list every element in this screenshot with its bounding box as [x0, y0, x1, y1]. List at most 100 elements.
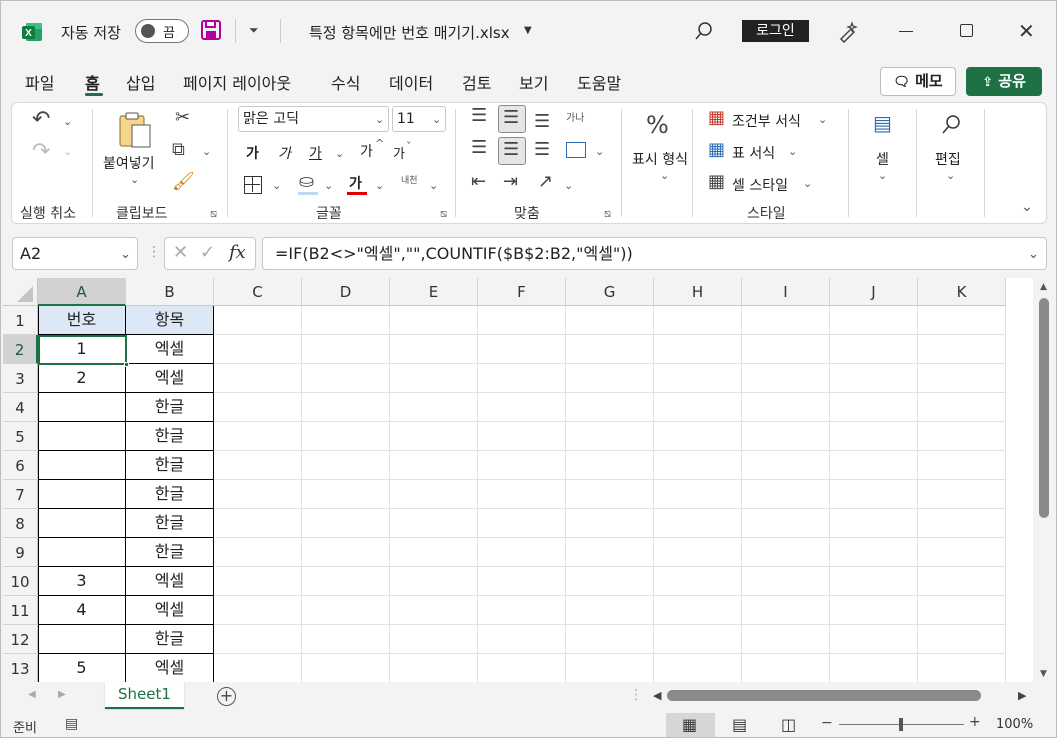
cell[interactable]	[742, 625, 830, 654]
cell[interactable]	[302, 451, 390, 480]
decrease-indent-icon[interactable]: ⇤	[471, 173, 486, 191]
cell[interactable]	[654, 393, 742, 422]
cell[interactable]	[302, 393, 390, 422]
cell-style-label[interactable]: 셀 스타일	[732, 175, 788, 195]
cell[interactable]	[478, 364, 566, 393]
column-header[interactable]: B	[126, 278, 214, 306]
vertical-scrollbar[interactable]	[1039, 298, 1049, 518]
cell[interactable]	[302, 625, 390, 654]
cell[interactable]	[390, 538, 478, 567]
search-icon[interactable]	[694, 21, 714, 45]
cancel-icon[interactable]: ✕	[173, 242, 188, 263]
scroll-up-icon[interactable]: ▲	[1040, 282, 1047, 292]
chevron-down-icon[interactable]: ⌄	[803, 177, 812, 190]
accessibility-icon[interactable]: ▤	[65, 716, 78, 732]
cell[interactable]	[830, 538, 918, 567]
insert-function-icon[interactable]: fx	[229, 242, 246, 263]
redo-icon[interactable]: ↷	[32, 141, 50, 163]
cell[interactable]	[302, 335, 390, 364]
fill-dropdown-icon[interactable]: ⌄	[324, 179, 333, 192]
font-grow-button[interactable]: 가	[360, 141, 373, 161]
cell[interactable]	[830, 451, 918, 480]
tab-help[interactable]: 도움말	[577, 70, 621, 94]
cell[interactable]	[918, 393, 1006, 422]
cell[interactable]	[742, 509, 830, 538]
cell[interactable]	[830, 422, 918, 451]
cell[interactable]	[478, 422, 566, 451]
cell[interactable]	[38, 422, 126, 451]
row-header[interactable]: 11	[3, 596, 38, 625]
cell[interactable]: 엑셀	[126, 567, 214, 596]
cell[interactable]	[390, 509, 478, 538]
cell[interactable]	[830, 509, 918, 538]
redo-dropdown-icon[interactable]: ⌄	[63, 145, 72, 158]
row-header[interactable]: 12	[3, 625, 38, 654]
cell[interactable]	[214, 625, 302, 654]
underline-dropdown-icon[interactable]: ⌄	[335, 147, 344, 160]
cell[interactable]	[302, 364, 390, 393]
sheet-tab-sheet1[interactable]: Sheet1	[105, 682, 184, 709]
percent-icon[interactable]: %	[646, 113, 669, 137]
cell[interactable]	[390, 625, 478, 654]
cell[interactable]	[742, 538, 830, 567]
maximize-icon[interactable]	[960, 24, 973, 37]
cell[interactable]	[38, 538, 126, 567]
memo-button[interactable]: 🗨 메모	[880, 67, 956, 96]
cell[interactable]: 번호	[38, 306, 126, 335]
quick-access-dropdown-icon[interactable]: ⏷	[249, 23, 259, 38]
cell[interactable]	[478, 335, 566, 364]
cell[interactable]	[566, 596, 654, 625]
cell[interactable]	[214, 306, 302, 335]
zoom-out-icon[interactable]: −	[821, 715, 833, 731]
cell[interactable]: 엑셀	[126, 364, 214, 393]
cell[interactable]	[302, 422, 390, 451]
font-color-dropdown-icon[interactable]: ⌄	[375, 179, 384, 192]
cell[interactable]	[742, 306, 830, 335]
cell[interactable]	[830, 596, 918, 625]
cell[interactable]	[566, 451, 654, 480]
chevron-down-icon[interactable]: ⌄	[788, 145, 797, 158]
undo-dropdown-icon[interactable]: ⌄	[63, 115, 72, 128]
tab-view[interactable]: 보기	[519, 70, 548, 94]
worksheet-grid[interactable]: ABCDEFGHIJK 1 2 3 4 5 6 7 8 9 10 11 12 13 번호 항목 1 엑셀 2 엑셀…	[3, 278, 1033, 682]
title-chevron-down-icon[interactable]: ▼	[524, 25, 532, 36]
column-header[interactable]: K	[918, 278, 1006, 306]
cell[interactable]	[390, 480, 478, 509]
font-launcher-icon[interactable]: ⧅	[440, 207, 447, 221]
page-break-view-icon[interactable]: ◫	[781, 715, 796, 734]
cell[interactable]	[654, 364, 742, 393]
clipboard-launcher-icon[interactable]: ⧅	[210, 207, 217, 221]
cell[interactable]	[214, 567, 302, 596]
row-header[interactable]: 6	[3, 451, 38, 480]
row-header[interactable]: 4	[3, 393, 38, 422]
tab-insert[interactable]: 삽입	[126, 70, 155, 94]
cell[interactable]	[478, 567, 566, 596]
cell[interactable]	[390, 451, 478, 480]
cell[interactable]	[214, 422, 302, 451]
font-size-select[interactable]: 11 ⌄	[392, 106, 446, 132]
cell[interactable]	[742, 567, 830, 596]
cell[interactable]	[302, 654, 390, 682]
cell[interactable]	[38, 451, 126, 480]
cell[interactable]	[566, 364, 654, 393]
cell[interactable]	[654, 625, 742, 654]
designer-icon[interactable]	[837, 19, 861, 47]
cell[interactable]: 한글	[126, 480, 214, 509]
phonetic-dropdown-icon[interactable]: ⌄	[429, 179, 438, 192]
cell[interactable]	[214, 538, 302, 567]
sheet-prev-icon[interactable]: ◀	[28, 689, 36, 700]
cells-label[interactable]: 셀	[876, 149, 889, 169]
cell[interactable]	[654, 335, 742, 364]
cell[interactable]	[566, 306, 654, 335]
cell[interactable]	[918, 567, 1006, 596]
cell[interactable]	[742, 596, 830, 625]
save-icon[interactable]	[200, 19, 222, 41]
cell[interactable]	[830, 306, 918, 335]
formula-bar-grip-icon[interactable]: ⋮	[147, 244, 161, 260]
cell[interactable]: 한글	[126, 625, 214, 654]
cell[interactable]: 엑셀	[126, 335, 214, 364]
column-header[interactable]: C	[214, 278, 302, 306]
cell[interactable]	[302, 306, 390, 335]
bold-button[interactable]: 가	[246, 143, 259, 163]
horizontal-scrollbar[interactable]	[667, 690, 981, 701]
